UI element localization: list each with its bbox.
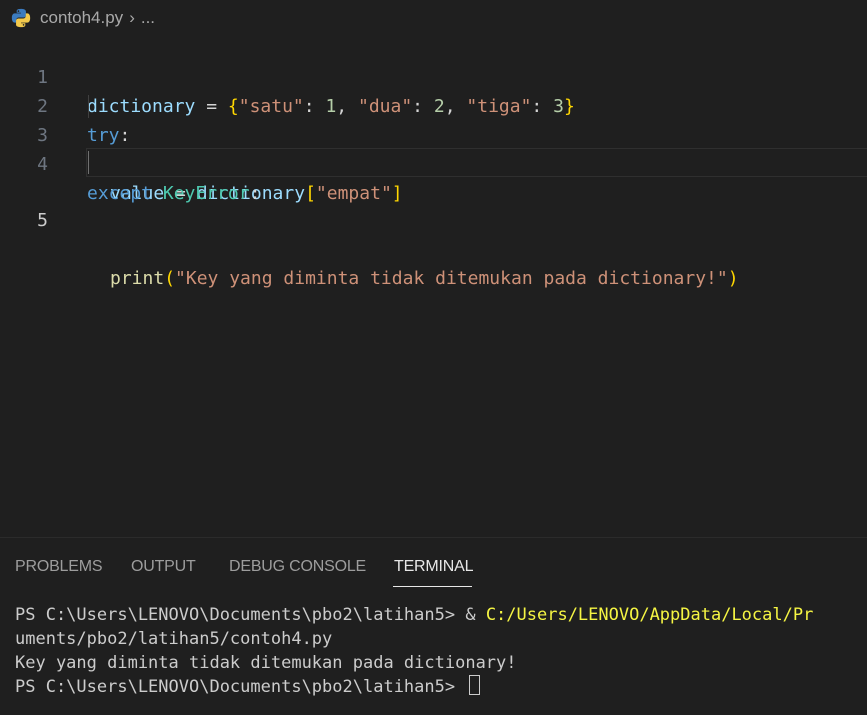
breadcrumb-file[interactable]: contoh4.py <box>40 8 123 28</box>
active-tab-indicator <box>393 586 472 587</box>
code-line[interactable]: 1 dictionary = {"satu": 1, "dua": 2, "ti… <box>0 34 867 117</box>
tab-terminal[interactable]: TERMINAL <box>394 558 474 576</box>
code-line-active[interactable]: 5 print("Key yang diminta tidak ditemuka… <box>0 148 867 289</box>
current-line-highlight <box>86 148 867 177</box>
panel-divider <box>0 537 867 538</box>
line-number: 5 <box>37 210 48 231</box>
code-line[interactable]: 2 try: <box>0 63 867 146</box>
indent-guide <box>88 151 89 174</box>
terminal-line: uments/pbo2/latihan5/contoh4.py <box>15 629 333 649</box>
tab-problems[interactable]: PROBLEMS <box>15 558 103 576</box>
tab-output[interactable]: OUTPUT <box>131 558 196 576</box>
line-code: except KeyError: <box>87 183 261 204</box>
terminal-prompt-line[interactable]: PS C:\Users\LENOVO\Documents\pbo2\latiha… <box>15 675 867 699</box>
terminal-line: Key yang diminta tidak ditemukan pada di… <box>15 653 517 673</box>
python-file-icon <box>11 8 31 28</box>
chevron-right-icon: › <box>129 8 135 27</box>
panel-tabs: PROBLEMS OUTPUT DEBUG CONSOLE TERMINAL <box>0 540 867 590</box>
line-code: print("Key yang diminta tidak ditemukan … <box>110 268 739 289</box>
breadcrumb: contoh4.py › ... <box>0 0 867 36</box>
tab-debug-console[interactable]: DEBUG CONSOLE <box>229 558 366 576</box>
code-editor[interactable]: 1 dictionary = {"satu": 1, "dua": 2, "ti… <box>0 34 867 534</box>
breadcrumb-more[interactable]: ... <box>141 8 155 28</box>
code-line[interactable]: 4 except KeyError: <box>0 121 867 204</box>
terminal-line: PS C:\Users\LENOVO\Documents\pbo2\latiha… <box>15 605 814 625</box>
code-line[interactable]: 3 value = dictionary["empat"] <box>0 92 867 204</box>
indent-guide <box>88 95 89 118</box>
terminal-cursor <box>469 675 481 695</box>
terminal-output[interactable]: PS C:\Users\LENOVO\Documents\pbo2\latiha… <box>15 603 867 699</box>
